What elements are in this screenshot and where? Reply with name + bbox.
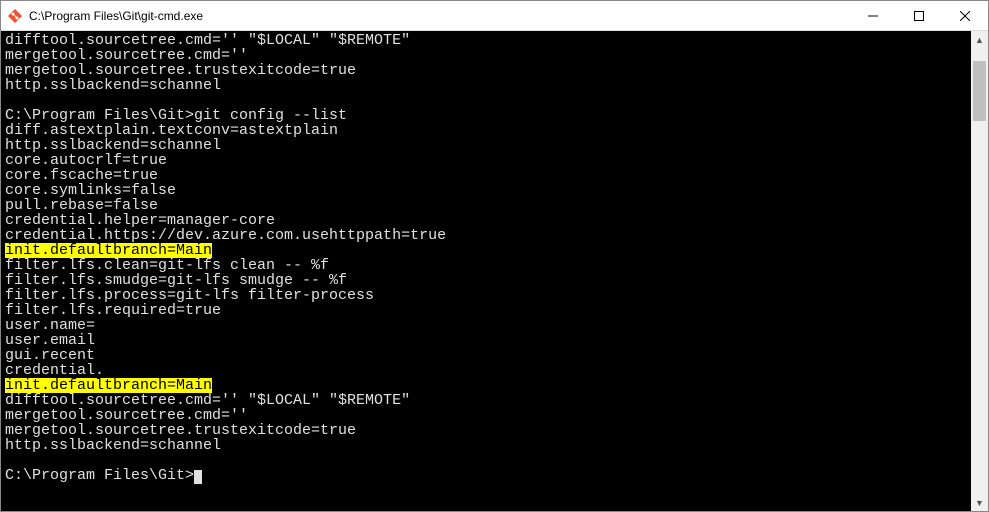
terminal-output[interactable]: difftool.sourcetree.cmd='' "$LOCAL" "$RE… [1, 31, 971, 511]
close-button[interactable] [942, 1, 988, 30]
window-title: C:\Program Files\Git\git-cmd.exe [29, 9, 850, 23]
scroll-thumb[interactable] [973, 61, 986, 121]
terminal-line: core.symlinks=false [5, 183, 967, 198]
terminal-line: user.email [5, 333, 967, 348]
terminal-line: mergetool.sourcetree.cmd='' [5, 408, 967, 423]
scroll-up-arrow[interactable]: ▲ [971, 31, 988, 48]
terminal-prompt-line[interactable]: C:\Program Files\Git> [5, 468, 967, 483]
cursor [194, 470, 202, 484]
terminal-line: filter.lfs.smudge=git-lfs smudge -- %f [5, 273, 967, 288]
highlighted-text: init.defaultbranch=Main [5, 243, 212, 258]
terminal-line: filter.lfs.required=true [5, 303, 967, 318]
maximize-button[interactable] [896, 1, 942, 30]
terminal-line: credential.helper=manager-core [5, 213, 967, 228]
terminal-line: C:\Program Files\Git>git config --list [5, 108, 967, 123]
titlebar[interactable]: C:\Program Files\Git\git-cmd.exe [1, 1, 988, 31]
terminal-line: user.name= [5, 318, 967, 333]
terminal-line [5, 453, 967, 468]
terminal-line: http.sslbackend=schannel [5, 138, 967, 153]
prompt-text: C:\Program Files\Git> [5, 467, 194, 484]
terminal-line: init.defaultbranch=Main [5, 243, 967, 258]
terminal-line: filter.lfs.process=git-lfs filter-proces… [5, 288, 967, 303]
app-window: C:\Program Files\Git\git-cmd.exe difftoo… [0, 0, 989, 512]
terminal-line: difftool.sourcetree.cmd='' "$LOCAL" "$RE… [5, 393, 967, 408]
window-controls [850, 1, 988, 30]
terminal-area: difftool.sourcetree.cmd='' "$LOCAL" "$RE… [1, 31, 988, 511]
terminal-line: diff.astextplain.textconv=astextplain [5, 123, 967, 138]
minimize-button[interactable] [850, 1, 896, 30]
terminal-line: http.sslbackend=schannel [5, 78, 967, 93]
terminal-line [5, 93, 967, 108]
terminal-line: core.autocrlf=true [5, 153, 967, 168]
terminal-line: difftool.sourcetree.cmd='' "$LOCAL" "$RE… [5, 33, 967, 48]
terminal-line: mergetool.sourcetree.cmd='' [5, 48, 967, 63]
highlighted-text: init.defaultbranch=Main [5, 378, 212, 393]
terminal-line: pull.rebase=false [5, 198, 967, 213]
terminal-line: http.sslbackend=schannel [5, 438, 967, 453]
scroll-down-arrow[interactable]: ▼ [971, 494, 988, 511]
terminal-line: mergetool.sourcetree.trustexitcode=true [5, 423, 967, 438]
git-icon [7, 8, 23, 24]
terminal-line: credential. [5, 363, 967, 378]
terminal-line: mergetool.sourcetree.trustexitcode=true [5, 63, 967, 78]
vertical-scrollbar[interactable]: ▲ ▼ [971, 31, 988, 511]
terminal-line: init.defaultbranch=Main [5, 378, 967, 393]
terminal-line: core.fscache=true [5, 168, 967, 183]
terminal-line: filter.lfs.clean=git-lfs clean -- %f [5, 258, 967, 273]
terminal-line: credential.https://dev.azure.com.usehttp… [5, 228, 967, 243]
terminal-line: gui.recent [5, 348, 967, 363]
